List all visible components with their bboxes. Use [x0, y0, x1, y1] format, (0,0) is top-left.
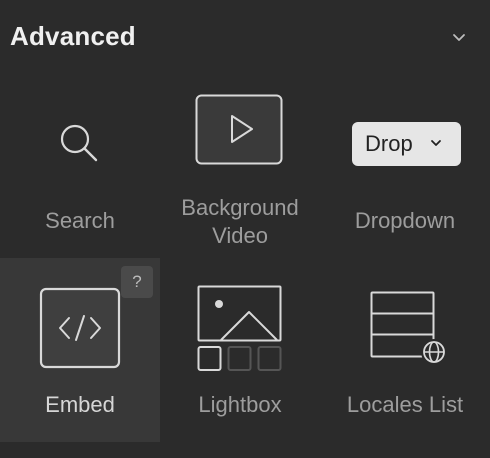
dropdown-preview: Drop: [352, 122, 461, 166]
lightbox-icon: [197, 285, 282, 371]
element-label-line1: Background: [181, 195, 299, 220]
element-background-video[interactable]: Background Video: [160, 74, 320, 258]
element-search[interactable]: Search: [0, 74, 160, 258]
chevron-down-icon: [431, 140, 441, 146]
element-label-line2: Video: [212, 223, 268, 248]
element-label: Search: [45, 208, 115, 233]
section-title: Advanced: [10, 21, 136, 51]
play-icon: [195, 94, 283, 165]
element-label: Locales List: [346, 392, 464, 417]
element-label: Dropdown: [354, 208, 456, 233]
element-locales-list[interactable]: Locales List: [325, 258, 485, 442]
locales-list-icon: [370, 291, 447, 365]
dropdown-preview-text: Drop: [365, 131, 413, 156]
element-label: Lightbox: [198, 392, 282, 417]
search-icon: [60, 124, 98, 162]
help-button[interactable]: ?: [121, 266, 153, 298]
section-header[interactable]: Advanced: [0, 0, 490, 74]
chevron-down-icon: [453, 34, 465, 41]
element-label: Embed: [45, 392, 115, 417]
collapse-toggle[interactable]: [445, 26, 473, 50]
element-dropdown[interactable]: Dropdown: [325, 74, 485, 258]
element-lightbox[interactable]: Lightbox: [160, 258, 320, 442]
code-icon: [39, 287, 121, 369]
advanced-panel: Advanced Search Background Video Dropdow…: [0, 0, 490, 458]
